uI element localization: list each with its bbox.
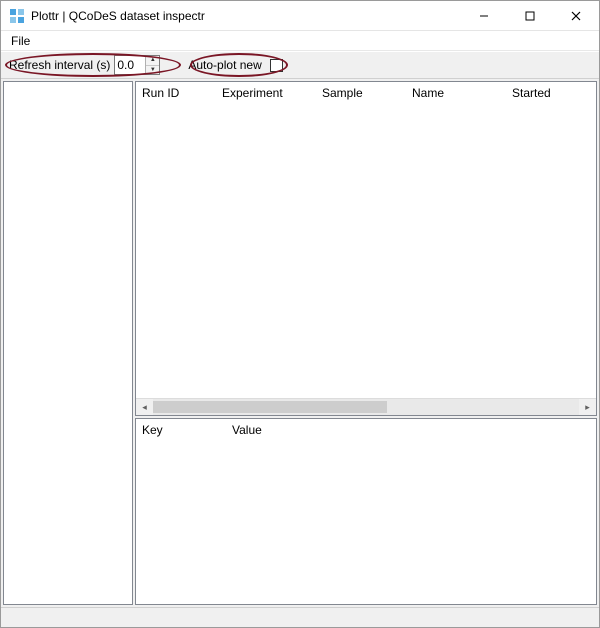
close-button[interactable] (553, 1, 599, 31)
scroll-track[interactable] (153, 399, 579, 415)
titlebar: Plottr | QCoDeS dataset inspectr (1, 1, 599, 31)
statusbar (1, 607, 599, 627)
details-table-header: Key Value (136, 419, 596, 441)
scroll-right-icon[interactable]: ▸ (579, 399, 596, 415)
runs-table-panel[interactable]: Run ID Experiment Sample Name Started ◂ … (135, 81, 597, 416)
app-icon (9, 8, 25, 24)
menubar: File (1, 31, 599, 51)
details-table-panel[interactable]: Key Value (135, 418, 597, 605)
body-area: Run ID Experiment Sample Name Started ◂ … (1, 79, 599, 607)
runs-table-body[interactable] (136, 104, 596, 398)
menu-file[interactable]: File (5, 32, 36, 50)
autoplot-checkbox[interactable] (270, 59, 283, 72)
autoplot-label: Auto-plot new (188, 58, 261, 72)
refresh-interval-spinbox[interactable]: ▲ ▼ (114, 55, 160, 75)
spin-down-icon[interactable]: ▼ (146, 66, 159, 75)
scroll-thumb[interactable] (153, 401, 387, 413)
details-table-body[interactable] (136, 441, 596, 604)
spin-up-icon[interactable]: ▲ (146, 56, 159, 66)
column-header[interactable]: Started (506, 86, 596, 100)
maximize-button[interactable] (507, 1, 553, 31)
refresh-interval-label: Refresh interval (s) (9, 58, 110, 72)
runs-table-header: Run ID Experiment Sample Name Started (136, 82, 596, 104)
column-header[interactable]: Name (406, 86, 506, 100)
left-tree-panel[interactable] (3, 81, 133, 605)
column-header[interactable]: Key (136, 423, 226, 437)
toolbar: Refresh interval (s) ▲ ▼ Auto-plot new (1, 51, 599, 79)
runs-horizontal-scrollbar[interactable]: ◂ ▸ (136, 398, 596, 415)
column-header[interactable]: Experiment (216, 86, 316, 100)
column-header[interactable]: Run ID (136, 86, 216, 100)
minimize-button[interactable] (461, 1, 507, 31)
column-header[interactable]: Sample (316, 86, 406, 100)
scroll-left-icon[interactable]: ◂ (136, 399, 153, 415)
column-header[interactable]: Value (226, 423, 596, 437)
window-title: Plottr | QCoDeS dataset inspectr (31, 9, 205, 23)
refresh-interval-input[interactable] (115, 56, 145, 74)
app-window: Plottr | QCoDeS dataset inspectr File Re… (0, 0, 600, 628)
